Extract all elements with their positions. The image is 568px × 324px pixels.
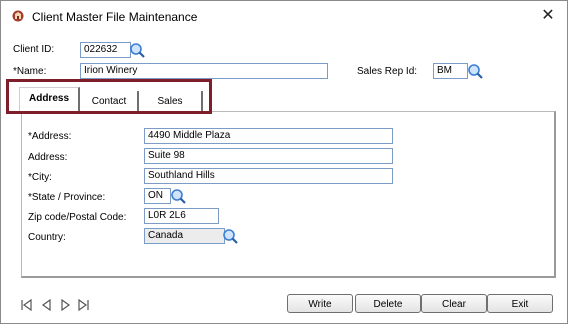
address2-input[interactable]: Suite 98 bbox=[144, 148, 393, 164]
zip-label: Zip code/Postal Code: bbox=[28, 212, 127, 223]
title-bar: Client Master File Maintenance ✕ bbox=[1, 1, 567, 31]
country-label: Country: bbox=[28, 232, 66, 243]
country-select[interactable]: Canada bbox=[144, 228, 225, 244]
state-lookup-icon[interactable] bbox=[170, 188, 186, 204]
city-input[interactable]: Southland Hills bbox=[144, 168, 393, 184]
sales-rep-input[interactable]: BM bbox=[433, 63, 468, 79]
next-record-icon[interactable] bbox=[58, 298, 72, 312]
close-button[interactable]: ✕ bbox=[537, 6, 559, 26]
clear-button[interactable]: Clear bbox=[421, 294, 487, 313]
zip-input[interactable]: L0R 2L6 bbox=[144, 208, 219, 224]
delete-button[interactable]: Delete bbox=[355, 294, 421, 313]
name-input[interactable]: Irion Winery bbox=[80, 63, 328, 79]
previous-record-icon[interactable] bbox=[40, 298, 54, 312]
address2-label: Address: bbox=[28, 152, 68, 163]
sales-rep-label: Sales Rep Id: bbox=[357, 66, 418, 77]
tab-contact[interactable]: Contact bbox=[81, 91, 139, 111]
first-record-icon[interactable] bbox=[20, 298, 34, 312]
tab-sales[interactable]: Sales bbox=[139, 91, 203, 111]
client-id-label: Client ID: bbox=[13, 44, 55, 55]
name-label: *Name: bbox=[13, 66, 47, 77]
address1-label: *Address: bbox=[28, 131, 72, 142]
client-id-input[interactable]: 022632 bbox=[80, 42, 131, 58]
client-master-window: Client Master File Maintenance ✕ Client … bbox=[0, 0, 568, 324]
sales-rep-lookup-icon[interactable] bbox=[467, 63, 483, 79]
address1-input[interactable]: 4490 Middle Plaza bbox=[144, 128, 393, 144]
tab-address[interactable]: Address bbox=[19, 87, 80, 113]
app-icon bbox=[12, 10, 24, 22]
last-record-icon[interactable] bbox=[76, 298, 90, 312]
state-label: *State / Province: bbox=[28, 192, 106, 203]
write-button[interactable]: Write bbox=[287, 294, 353, 313]
country-lookup-icon[interactable] bbox=[222, 228, 238, 244]
state-input[interactable]: ON bbox=[144, 188, 171, 204]
city-label: *City: bbox=[28, 172, 52, 183]
exit-button[interactable]: Exit bbox=[487, 294, 553, 313]
client-id-lookup-icon[interactable] bbox=[129, 42, 145, 58]
window-title: Client Master File Maintenance bbox=[32, 10, 198, 24]
